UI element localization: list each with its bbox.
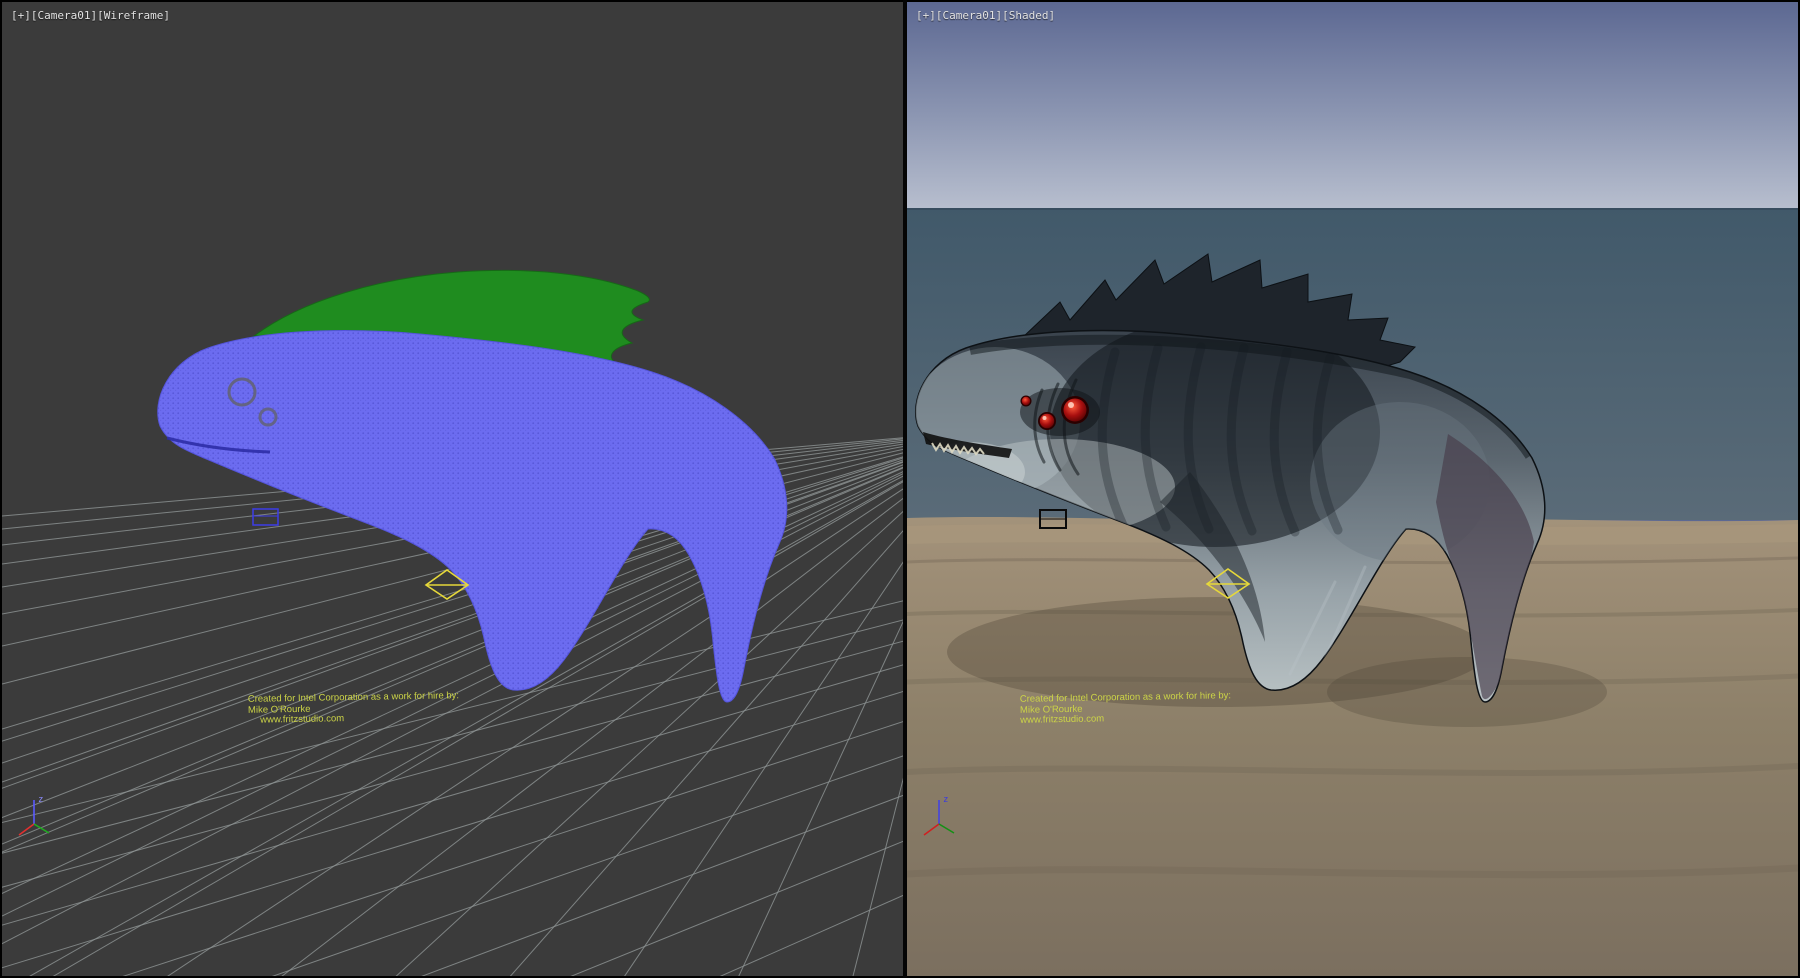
viewport-label: [+][Camera01][Wireframe] xyxy=(11,9,170,22)
axis-x-line xyxy=(924,824,939,835)
horizon-line xyxy=(907,208,1798,210)
creature-model-wireframe[interactable] xyxy=(158,270,787,702)
viewport-menu-camera[interactable]: [Camera01] xyxy=(936,9,1002,22)
viewport-menu-shading[interactable]: [Shaded] xyxy=(1002,9,1055,22)
dual-viewport-window: [+][Camera01][Wireframe] Created for Int… xyxy=(0,0,1800,978)
viewport-menu-general[interactable]: [+] xyxy=(916,9,936,22)
axis-y-line xyxy=(34,824,49,833)
axis-y-line xyxy=(939,824,954,833)
eyes xyxy=(1020,388,1100,436)
viewport-menu-shading[interactable]: [Wireframe] xyxy=(97,9,170,22)
sky xyxy=(907,2,1798,208)
selection-box[interactable] xyxy=(253,509,278,525)
eye-large xyxy=(1064,399,1087,422)
viewport-label: [+][Camera01][Shaded] xyxy=(916,9,1055,22)
world-axis-tripod: z xyxy=(917,790,965,842)
eye-medium xyxy=(1040,414,1054,428)
scene-credit-text: Created for Intel Corporation as a work … xyxy=(1020,691,1232,726)
wireframe-scene-canvas[interactable] xyxy=(2,2,903,976)
axis-z-label: z xyxy=(38,795,43,805)
viewport-shaded[interactable]: [+][Camera01][Shaded] Created for Intel … xyxy=(907,2,1798,976)
axis-z-label: z xyxy=(943,795,948,805)
world-axis-tripod: z xyxy=(12,790,60,842)
scene-credit-text: Created for Intel Corporation as a work … xyxy=(248,691,460,726)
viewport-menu-camera[interactable]: [Camera01] xyxy=(31,9,97,22)
eye-small xyxy=(1022,397,1030,405)
shaded-scene-canvas[interactable] xyxy=(907,2,1798,976)
viewport-menu-general[interactable]: [+] xyxy=(11,9,31,22)
viewport-wireframe[interactable]: [+][Camera01][Wireframe] Created for Int… xyxy=(2,2,903,976)
creature-shadow xyxy=(1327,657,1607,727)
axis-x-line xyxy=(19,824,34,835)
